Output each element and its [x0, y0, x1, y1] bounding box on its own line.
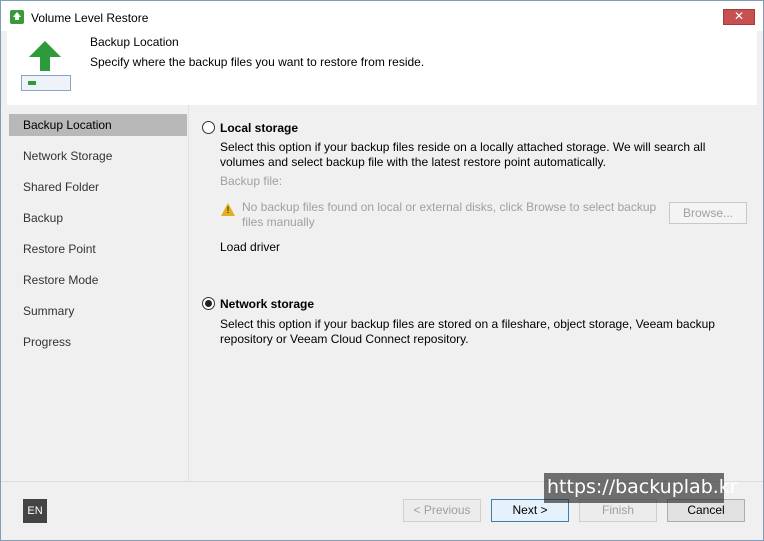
backup-file-label: Backup file:: [220, 174, 283, 188]
close-button[interactable]: ✕: [723, 9, 755, 25]
restore-wizard-window: Volume Level Restore ✕ Backup Location S…: [0, 0, 764, 541]
nav-item-summary[interactable]: Summary: [9, 300, 187, 322]
wizard-content: Local storage Select this option if your…: [188, 105, 757, 481]
local-storage-radio[interactable]: [202, 121, 215, 134]
local-storage-description: Select this option if your backup files …: [220, 140, 706, 169]
wizard-steps-nav: Backup Location Network Storage Shared F…: [7, 105, 187, 481]
network-storage-description: Select this option if your backup files …: [220, 317, 715, 346]
step-subtitle: Specify where the backup files you want …: [90, 55, 425, 69]
network-storage-radio[interactable]: [202, 297, 215, 310]
network-storage-label[interactable]: Network storage: [220, 297, 314, 311]
nav-item-shared-folder[interactable]: Shared Folder: [9, 176, 187, 198]
window-title: Volume Level Restore: [31, 11, 149, 25]
step-title: Backup Location: [90, 35, 179, 49]
restore-upload-icon: [19, 41, 71, 93]
no-backup-warning: No backup files found on local or extern…: [242, 200, 657, 229]
app-icon: [10, 10, 24, 24]
browse-button[interactable]: Browse...: [669, 202, 747, 224]
nav-item-backup-location[interactable]: Backup Location: [9, 114, 187, 136]
nav-item-restore-point[interactable]: Restore Point: [9, 238, 187, 260]
nav-item-network-storage[interactable]: Network Storage: [9, 145, 187, 167]
wizard-header: Backup Location Specify where the backup…: [7, 31, 757, 105]
title-bar: Volume Level Restore ✕: [1, 1, 763, 31]
language-indicator[interactable]: EN: [23, 499, 47, 523]
disk-icon: [21, 75, 71, 91]
watermark-overlay: https://backuplab.kr: [544, 473, 738, 503]
previous-button[interactable]: < Previous: [403, 499, 481, 522]
load-driver-link[interactable]: Load driver: [220, 240, 720, 255]
nav-item-restore-mode[interactable]: Restore Mode: [9, 269, 187, 291]
nav-item-progress[interactable]: Progress: [9, 331, 187, 353]
local-storage-label[interactable]: Local storage: [220, 121, 298, 135]
nav-item-backup[interactable]: Backup: [9, 207, 187, 229]
